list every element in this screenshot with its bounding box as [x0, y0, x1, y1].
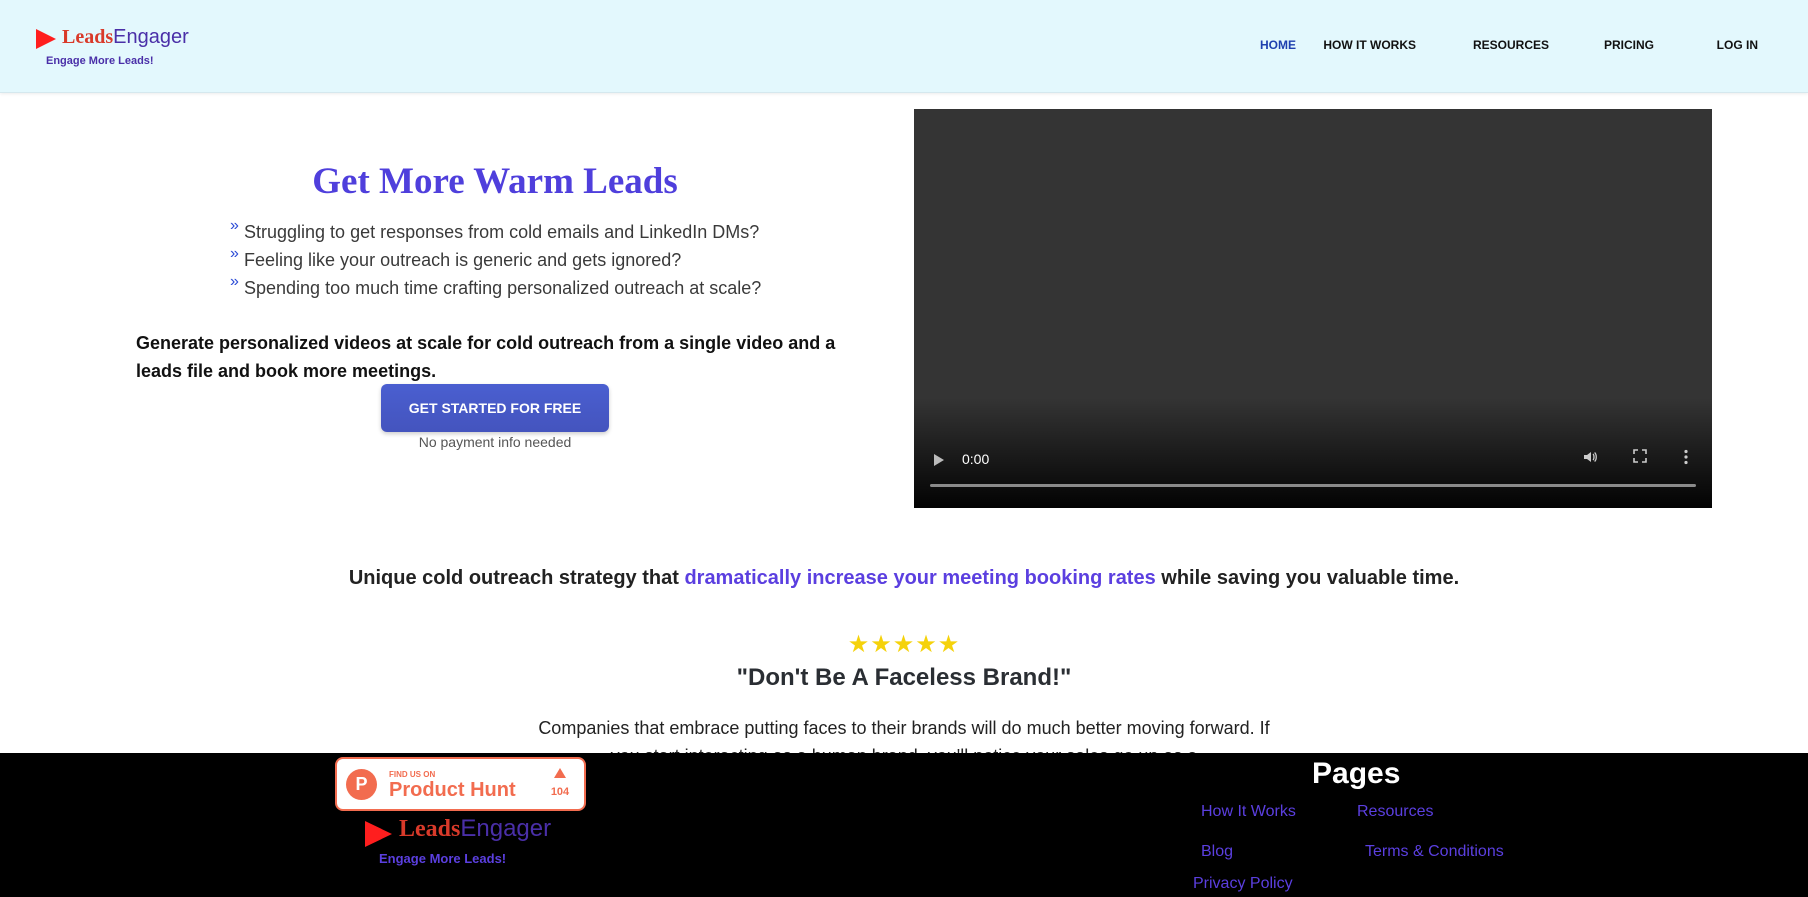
play-logo-icon	[365, 821, 392, 847]
volume-icon[interactable]	[1582, 449, 1598, 468]
nav-how-it-works[interactable]: HOW IT WORKS	[1323, 38, 1416, 52]
cta-note: No payment info needed	[418, 434, 572, 450]
hero-title: Get More Warm Leads	[312, 161, 678, 202]
list-item: » Feeling like your outreach is generic a…	[230, 245, 682, 270]
fullscreen-icon[interactable]	[1633, 449, 1647, 466]
rating-stars: ★★★★★	[847, 631, 961, 658]
site-header: LeadsEngager Engage More Leads! HOME HOW…	[0, 0, 1808, 93]
footer-link-resources[interactable]: Resources	[1357, 803, 1433, 821]
play-icon[interactable]	[934, 454, 944, 466]
get-started-button[interactable]: GET STARTED FOR FREE	[381, 384, 609, 432]
double-chevron-right-icon: »	[230, 273, 239, 290]
pain-points-list: » Struggling to get responses from cold e…	[230, 217, 762, 306]
testimonial-quote: "Don't Be A Faceless Brand!"	[736, 664, 1072, 691]
upvote-count: 104	[550, 786, 570, 798]
upvote-arrow-icon	[554, 768, 566, 778]
footer-link-privacy[interactable]: Privacy Policy	[1193, 875, 1293, 893]
video-progress-bar[interactable]	[930, 484, 1696, 487]
list-item: » Spending too much time crafting persona…	[230, 273, 762, 298]
brand-name: LeadsEngager	[62, 26, 189, 48]
product-hunt-icon: P	[346, 769, 377, 800]
hero-description: Generate personalized videos at scale fo…	[136, 333, 836, 381]
more-options-icon[interactable]	[1683, 449, 1689, 468]
video-time: 0:00	[962, 451, 990, 467]
pages-heading: Pages	[1312, 757, 1401, 790]
product-hunt-name: Product Hunt	[389, 779, 516, 801]
nav-home[interactable]: HOME	[1260, 38, 1296, 52]
brand-tagline: Engage More Leads!	[379, 851, 507, 866]
play-logo-icon	[36, 29, 56, 49]
footer-link-blog[interactable]: Blog	[1201, 843, 1233, 861]
site-footer: P FIND US ON Product Hunt 104 LeadsEngag…	[0, 753, 1808, 897]
nav-pricing[interactable]: PRICING	[1604, 38, 1654, 52]
strategy-highlight: dramatically increase your meeting booki…	[684, 567, 1156, 589]
demo-video-player[interactable]: 0:00	[914, 109, 1712, 508]
double-chevron-right-icon: »	[230, 245, 239, 262]
product-hunt-badge[interactable]: P FIND US ON Product Hunt 104	[335, 757, 586, 811]
product-hunt-find-label: FIND US ON	[389, 770, 436, 779]
list-item: » Struggling to get responses from cold e…	[230, 217, 760, 242]
brand-name: LeadsEngager	[399, 815, 552, 842]
nav-resources[interactable]: RESOURCES	[1473, 38, 1549, 52]
brand-tagline: Engage More Leads!	[46, 55, 154, 67]
footer-link-terms[interactable]: Terms & Conditions	[1365, 843, 1504, 861]
nav-log-in[interactable]: LOG IN	[1717, 38, 1758, 52]
double-chevron-right-icon: »	[230, 217, 239, 234]
strategy-statement: Unique cold outreach strategy that drama…	[348, 567, 1460, 589]
footer-link-how-it-works[interactable]: How It Works	[1201, 803, 1296, 821]
